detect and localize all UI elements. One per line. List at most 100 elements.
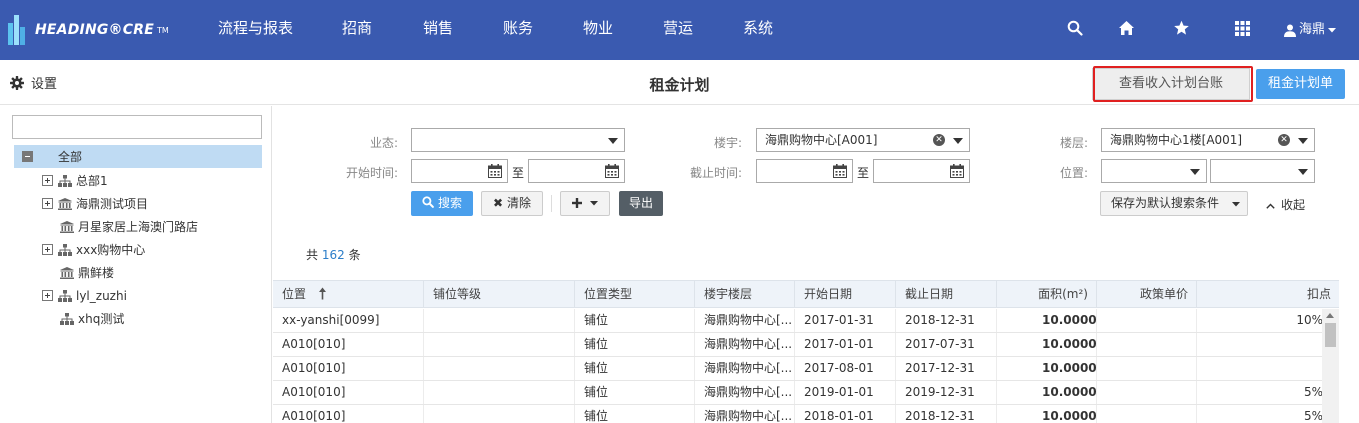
tree-item-label: 海鼎测试项目 xyxy=(76,197,149,211)
column-header-policy-price[interactable]: 政策单价 xyxy=(1097,281,1197,308)
tree-item-xxx-mall[interactable]: xxx购物中心 xyxy=(42,238,145,261)
top-navbar: HEADING®CRE TM 流程与报表 招商 销售 账务 物业 营运 系统 海… xyxy=(0,0,1359,60)
position-select-1[interactable] xyxy=(1101,159,1207,183)
column-header-position[interactable]: 位置 xyxy=(273,281,424,308)
star-icon[interactable] xyxy=(1171,18,1191,38)
start-time-label: 开始时间: xyxy=(345,166,398,180)
view-income-ledger-button[interactable]: 查看收入计划台账 xyxy=(1092,68,1250,100)
sort-ascending-icon[interactable] xyxy=(318,287,327,300)
collapse-toggle[interactable]: 收起 xyxy=(1266,196,1305,213)
clear-icon[interactable]: ✕ xyxy=(1278,134,1290,146)
logo-icon xyxy=(8,15,30,45)
page-header: 设置 租金计划 查看收入计划台账 xyxy=(0,60,1359,105)
tree-item-hq1[interactable]: 总部1 xyxy=(42,169,108,192)
export-button[interactable]: 导出 xyxy=(619,191,663,216)
table-row[interactable]: xx-yanshi[0099] 铺位 海鼎购物中心[... 2017-01-31… xyxy=(273,309,1323,333)
expand-icon[interactable] xyxy=(42,175,53,186)
nav-system[interactable]: 系统 xyxy=(743,0,773,60)
rent-plan-button[interactable]: 租金计划单 xyxy=(1256,69,1345,99)
clear-button[interactable]: ✖ 清除 xyxy=(481,191,543,216)
brand-tm: TM xyxy=(156,25,169,35)
column-header-deduction[interactable]: 扣点 xyxy=(1197,281,1339,308)
caret-down-icon xyxy=(1232,202,1240,207)
tree-item-label: xhq测试 xyxy=(78,312,125,326)
tree-search-input[interactable] xyxy=(12,115,262,139)
nav-reports[interactable]: 流程与报表 xyxy=(218,0,293,60)
floor-value: 海鼎购物中心1楼[A001] xyxy=(1110,133,1243,147)
calendar-icon xyxy=(488,164,502,178)
user-name: 海鼎 xyxy=(1299,22,1326,37)
expand-icon[interactable] xyxy=(42,290,53,301)
nav-accounts[interactable]: 账务 xyxy=(503,0,533,60)
business-select[interactable] xyxy=(411,128,625,152)
scrollbar-thumb[interactable] xyxy=(1325,323,1336,347)
table-scrollbar[interactable] xyxy=(1322,309,1339,423)
caret-down-icon xyxy=(1190,169,1200,175)
column-header-building-floor[interactable]: 楼宇楼层 xyxy=(695,281,795,308)
brand-logo[interactable]: HEADING®CRE TM xyxy=(8,10,169,50)
home-icon[interactable] xyxy=(1116,18,1136,38)
caret-down-icon xyxy=(1328,27,1337,32)
building-select[interactable]: 海鼎购物中心[A001] ✕ xyxy=(756,128,970,152)
caret-down-icon xyxy=(953,138,963,144)
search-icon[interactable] xyxy=(1065,18,1085,38)
tree-item-label: xxx购物中心 xyxy=(76,243,146,257)
column-header-area[interactable]: 面积(m²) xyxy=(997,281,1097,308)
table-row[interactable]: A010[010] 铺位 海鼎购物中心[... 2017-01-01 2017-… xyxy=(273,333,1323,357)
position-label: 位置: xyxy=(1059,166,1088,180)
column-header-position-type[interactable]: 位置类型 xyxy=(575,281,695,308)
to-label: 至 xyxy=(512,166,525,180)
save-default-search-button[interactable]: 保存为默认搜索条件 xyxy=(1100,191,1248,216)
floor-select[interactable]: 海鼎购物中心1楼[A001] ✕ xyxy=(1101,128,1315,152)
user-icon xyxy=(1284,24,1296,37)
caret-down-icon xyxy=(608,138,618,144)
to-label: 至 xyxy=(857,166,870,180)
business-label: 业态: xyxy=(369,136,398,150)
clear-icon[interactable]: ✕ xyxy=(933,134,945,146)
nav-leasing[interactable]: 招商 xyxy=(342,0,372,60)
column-header-grade[interactable]: 铺位等级 xyxy=(424,281,575,308)
nav-sales[interactable]: 销售 xyxy=(423,0,453,60)
search-icon xyxy=(422,196,434,208)
tree-item-lyl-zuzhi[interactable]: lyl_zuzhi xyxy=(42,284,127,307)
brand-name: HEADING®CRE xyxy=(35,22,154,38)
floor-label: 楼层: xyxy=(1059,136,1088,150)
org-chart-icon xyxy=(58,174,72,187)
add-dropdown-button[interactable] xyxy=(560,191,610,216)
caret-down-icon xyxy=(1298,138,1308,144)
start-date-to-input[interactable] xyxy=(528,159,625,183)
building-icon xyxy=(60,266,74,279)
user-menu[interactable]: 海鼎 xyxy=(1284,0,1337,60)
calendar-icon xyxy=(950,164,964,178)
tree-item-macau-road-store[interactable]: 月星家居上海澳门路店 xyxy=(55,215,198,238)
column-header-start-date[interactable]: 开始日期 xyxy=(795,281,896,308)
tree-item-test-project[interactable]: 海鼎测试项目 xyxy=(42,192,148,215)
record-count: 共 162 条 xyxy=(306,248,361,262)
nav-operations[interactable]: 营运 xyxy=(663,0,693,60)
building-label: 楼宇: xyxy=(713,136,742,150)
collapse-icon[interactable] xyxy=(22,151,33,162)
end-date-to-input[interactable] xyxy=(873,159,970,183)
org-chart-icon xyxy=(58,289,72,302)
expand-icon[interactable] xyxy=(42,244,53,255)
expand-icon[interactable] xyxy=(42,198,53,209)
search-button[interactable]: 搜索 xyxy=(411,191,473,216)
calendar-icon xyxy=(833,164,847,178)
table-row[interactable]: A010[010] 铺位 海鼎购物中心[... 2018-01-01 2018-… xyxy=(273,405,1323,423)
table-row[interactable]: A010[010] 铺位 海鼎购物中心[... 2019-01-01 2019-… xyxy=(273,381,1323,405)
tree-item-dingxian[interactable]: 鼎鲜楼 xyxy=(55,261,114,284)
tree-item-all[interactable]: 全部 xyxy=(14,145,262,168)
tree-item-label: 月星家居上海澳门路店 xyxy=(78,220,199,234)
column-header-end-date[interactable]: 截止日期 xyxy=(896,281,997,308)
close-icon: ✖ xyxy=(492,196,504,210)
building-icon xyxy=(60,220,74,233)
end-date-from-input[interactable] xyxy=(756,159,853,183)
table-row[interactable]: A010[010] 铺位 海鼎购物中心[... 2017-08-01 2017-… xyxy=(273,357,1323,381)
start-date-from-input[interactable] xyxy=(411,159,508,183)
position-select-2[interactable] xyxy=(1210,159,1315,183)
tree-item-xhq-test[interactable]: xhq测试 xyxy=(55,307,124,330)
scroll-up-icon[interactable] xyxy=(1326,313,1334,318)
nav-property[interactable]: 物业 xyxy=(583,0,613,60)
tree-item-label: 鼎鲜楼 xyxy=(78,266,115,280)
apps-grid-icon[interactable] xyxy=(1232,18,1252,38)
